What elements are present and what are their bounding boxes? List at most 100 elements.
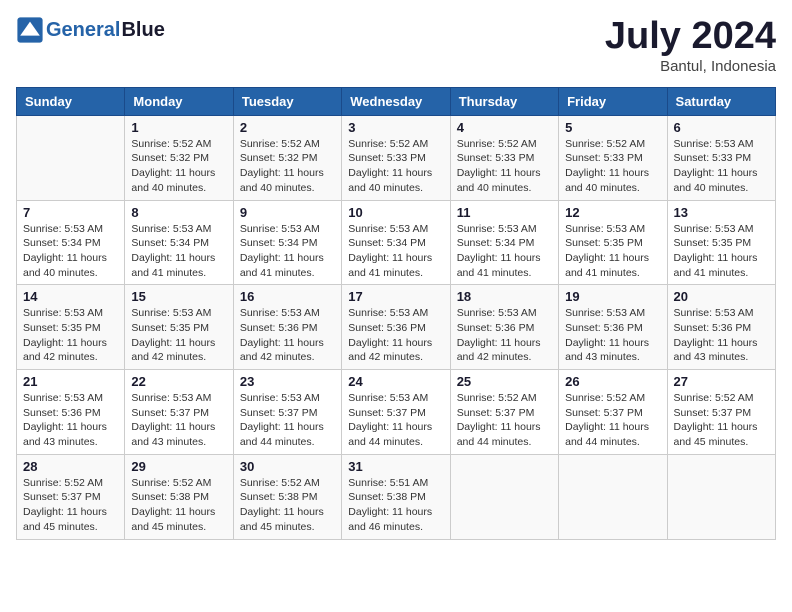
day-number: 10 bbox=[348, 205, 443, 220]
day-detail: Sunrise: 5:53 AMSunset: 5:36 PMDaylight:… bbox=[240, 306, 335, 365]
day-cell: 1Sunrise: 5:52 AMSunset: 5:32 PMDaylight… bbox=[125, 115, 233, 200]
day-number: 3 bbox=[348, 120, 443, 135]
title-area: July 2024 Bantul, Indonesia bbox=[605, 16, 776, 75]
day-detail: Sunrise: 5:53 AMSunset: 5:34 PMDaylight:… bbox=[348, 222, 443, 281]
day-detail: Sunrise: 5:53 AMSunset: 5:36 PMDaylight:… bbox=[348, 306, 443, 365]
day-detail: Sunrise: 5:53 AMSunset: 5:36 PMDaylight:… bbox=[23, 391, 118, 450]
day-number: 17 bbox=[348, 289, 443, 304]
day-number: 20 bbox=[674, 289, 769, 304]
day-number: 4 bbox=[457, 120, 552, 135]
page-header: General Blue July 2024 Bantul, Indonesia bbox=[16, 16, 776, 75]
calendar-table: SundayMondayTuesdayWednesdayThursdayFrid… bbox=[16, 87, 776, 540]
day-number: 29 bbox=[131, 459, 226, 474]
header-saturday: Saturday bbox=[667, 87, 775, 115]
day-cell: 2Sunrise: 5:52 AMSunset: 5:32 PMDaylight… bbox=[233, 115, 341, 200]
day-detail: Sunrise: 5:52 AMSunset: 5:33 PMDaylight:… bbox=[457, 137, 552, 196]
day-number: 8 bbox=[131, 205, 226, 220]
day-cell: 8 Sunrise: 5:53 AMSunset: 5:34 PMDaylight… bbox=[125, 200, 233, 285]
day-cell bbox=[450, 454, 558, 539]
logo-icon bbox=[16, 16, 44, 44]
day-number: 23 bbox=[240, 374, 335, 389]
day-detail: Sunrise: 5:51 AMSunset: 5:38 PMDaylight:… bbox=[348, 476, 443, 535]
day-cell: 31 Sunrise: 5:51 AMSunset: 5:38 PMDayligh… bbox=[342, 454, 450, 539]
day-detail: Sunrise: 5:52 AMSunset: 5:37 PMDaylight:… bbox=[674, 391, 769, 450]
day-number: 27 bbox=[674, 374, 769, 389]
day-number: 25 bbox=[457, 374, 552, 389]
day-cell: 29 Sunrise: 5:52 AMSunset: 5:38 PMDayligh… bbox=[125, 454, 233, 539]
header-tuesday: Tuesday bbox=[233, 87, 341, 115]
day-detail: Sunrise: 5:53 AMSunset: 5:36 PMDaylight:… bbox=[674, 306, 769, 365]
header-friday: Friday bbox=[559, 87, 667, 115]
day-detail: Sunrise: 5:52 AMSunset: 5:38 PMDaylight:… bbox=[240, 476, 335, 535]
day-number: 14 bbox=[23, 289, 118, 304]
day-detail: Sunrise: 5:52 AMSunset: 5:37 PMDaylight:… bbox=[457, 391, 552, 450]
day-number: 7 bbox=[23, 205, 118, 220]
day-number: 13 bbox=[674, 205, 769, 220]
day-number: 6 bbox=[674, 120, 769, 135]
day-cell: 21 Sunrise: 5:53 AMSunset: 5:36 PMDayligh… bbox=[17, 370, 125, 455]
day-detail: Sunrise: 5:53 AMSunset: 5:35 PMDaylight:… bbox=[131, 306, 226, 365]
week-row-2: 7 Sunrise: 5:53 AMSunset: 5:34 PMDaylight… bbox=[17, 200, 776, 285]
day-number: 24 bbox=[348, 374, 443, 389]
header-sunday: Sunday bbox=[17, 87, 125, 115]
day-cell: 28Sunrise: 5:52 AMSunset: 5:37 PMDayligh… bbox=[17, 454, 125, 539]
day-number: 12 bbox=[565, 205, 660, 220]
day-cell: 30 Sunrise: 5:52 AMSunset: 5:38 PMDayligh… bbox=[233, 454, 341, 539]
day-cell: 16 Sunrise: 5:53 AMSunset: 5:36 PMDayligh… bbox=[233, 285, 341, 370]
week-row-4: 21 Sunrise: 5:53 AMSunset: 5:36 PMDayligh… bbox=[17, 370, 776, 455]
day-detail: Sunrise: 5:53 AMSunset: 5:36 PMDaylight:… bbox=[565, 306, 660, 365]
day-number: 15 bbox=[131, 289, 226, 304]
logo-general: General bbox=[46, 19, 120, 42]
day-detail: Sunrise: 5:53 AMSunset: 5:37 PMDaylight:… bbox=[131, 391, 226, 450]
week-row-5: 28Sunrise: 5:52 AMSunset: 5:37 PMDayligh… bbox=[17, 454, 776, 539]
header-thursday: Thursday bbox=[450, 87, 558, 115]
day-cell: 19 Sunrise: 5:53 AMSunset: 5:36 PMDayligh… bbox=[559, 285, 667, 370]
day-detail: Sunrise: 5:52 AMSunset: 5:33 PMDaylight:… bbox=[348, 137, 443, 196]
day-number: 9 bbox=[240, 205, 335, 220]
day-number: 2 bbox=[240, 120, 335, 135]
day-detail: Sunrise: 5:53 AMSunset: 5:34 PMDaylight:… bbox=[240, 222, 335, 281]
header-monday: Monday bbox=[125, 87, 233, 115]
week-row-3: 14 Sunrise: 5:53 AMSunset: 5:35 PMDayligh… bbox=[17, 285, 776, 370]
location-subtitle: Bantul, Indonesia bbox=[605, 58, 776, 75]
day-detail: Sunrise: 5:52 AMSunset: 5:38 PMDaylight:… bbox=[131, 476, 226, 535]
day-number: 16 bbox=[240, 289, 335, 304]
day-detail: Sunrise: 5:52 AMSunset: 5:37 PMDaylight:… bbox=[23, 476, 118, 535]
day-cell: 23 Sunrise: 5:53 AMSunset: 5:37 PMDayligh… bbox=[233, 370, 341, 455]
day-number: 26 bbox=[565, 374, 660, 389]
day-detail: Sunrise: 5:53 AMSunset: 5:34 PMDaylight:… bbox=[131, 222, 226, 281]
day-number: 31 bbox=[348, 459, 443, 474]
header-row: SundayMondayTuesdayWednesdayThursdayFrid… bbox=[17, 87, 776, 115]
day-cell: 20 Sunrise: 5:53 AMSunset: 5:36 PMDayligh… bbox=[667, 285, 775, 370]
day-number: 19 bbox=[565, 289, 660, 304]
day-cell: 22Sunrise: 5:53 AMSunset: 5:37 PMDayligh… bbox=[125, 370, 233, 455]
day-detail: Sunrise: 5:53 AMSunset: 5:35 PMDaylight:… bbox=[23, 306, 118, 365]
header-wednesday: Wednesday bbox=[342, 87, 450, 115]
day-number: 11 bbox=[457, 205, 552, 220]
day-cell: 13 Sunrise: 5:53 AMSunset: 5:35 PMDayligh… bbox=[667, 200, 775, 285]
day-cell: 17 Sunrise: 5:53 AMSunset: 5:36 PMDayligh… bbox=[342, 285, 450, 370]
day-detail: Sunrise: 5:53 AMSunset: 5:35 PMDaylight:… bbox=[565, 222, 660, 281]
day-cell: 4 Sunrise: 5:52 AMSunset: 5:33 PMDaylight… bbox=[450, 115, 558, 200]
day-detail: Sunrise: 5:52 AMSunset: 5:32 PMDaylight:… bbox=[131, 137, 226, 196]
day-cell: 15 Sunrise: 5:53 AMSunset: 5:35 PMDayligh… bbox=[125, 285, 233, 370]
day-cell: 14 Sunrise: 5:53 AMSunset: 5:35 PMDayligh… bbox=[17, 285, 125, 370]
day-detail: Sunrise: 5:53 AMSunset: 5:37 PMDaylight:… bbox=[240, 391, 335, 450]
day-cell: 3 Sunrise: 5:52 AMSunset: 5:33 PMDaylight… bbox=[342, 115, 450, 200]
day-detail: Sunrise: 5:53 AMSunset: 5:34 PMDaylight:… bbox=[457, 222, 552, 281]
day-number: 5 bbox=[565, 120, 660, 135]
day-number: 21 bbox=[23, 374, 118, 389]
logo: General Blue bbox=[16, 16, 165, 44]
day-cell: 11 Sunrise: 5:53 AMSunset: 5:34 PMDayligh… bbox=[450, 200, 558, 285]
day-number: 30 bbox=[240, 459, 335, 474]
day-cell: 5 Sunrise: 5:52 AMSunset: 5:33 PMDaylight… bbox=[559, 115, 667, 200]
day-detail: Sunrise: 5:52 AMSunset: 5:33 PMDaylight:… bbox=[565, 137, 660, 196]
day-cell bbox=[559, 454, 667, 539]
day-cell: 24Sunrise: 5:53 AMSunset: 5:37 PMDayligh… bbox=[342, 370, 450, 455]
day-detail: Sunrise: 5:53 AMSunset: 5:35 PMDaylight:… bbox=[674, 222, 769, 281]
month-title: July 2024 bbox=[605, 16, 776, 58]
day-cell: 9 Sunrise: 5:53 AMSunset: 5:34 PMDaylight… bbox=[233, 200, 341, 285]
day-cell bbox=[17, 115, 125, 200]
day-cell: 10 Sunrise: 5:53 AMSunset: 5:34 PMDayligh… bbox=[342, 200, 450, 285]
week-row-1: 1Sunrise: 5:52 AMSunset: 5:32 PMDaylight… bbox=[17, 115, 776, 200]
